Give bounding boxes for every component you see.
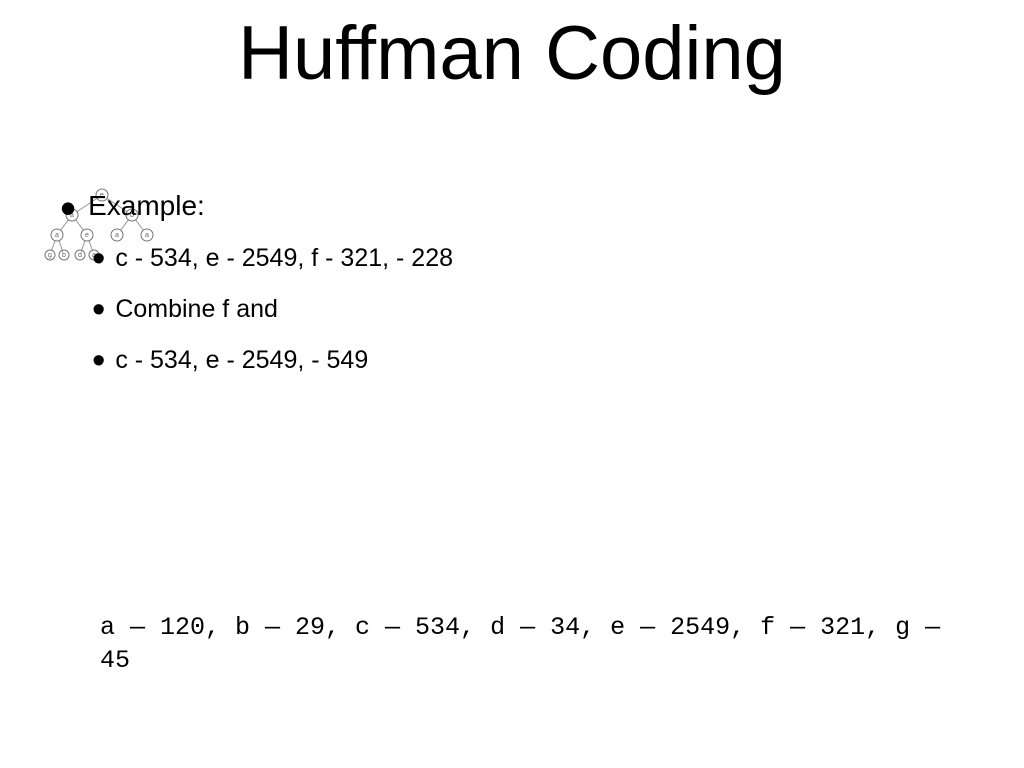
list-item: • Example: — [60, 190, 984, 222]
slide-title: Huffman Coding — [0, 10, 1024, 97]
list-item: • Combine f and — [92, 295, 984, 324]
bullet-icon: • — [60, 196, 76, 220]
frequency-footer: a — 120, b — 29, c — 534, d — 34, e — 25… — [100, 611, 960, 679]
tree-node-label: a — [55, 232, 59, 239]
bullet-list: • Example: • c - 534, e - 2549, f - 321,… — [60, 190, 984, 397]
bullet-icon: • — [92, 299, 105, 321]
tree-node-label: g — [48, 252, 52, 259]
list-item-text: Example: — [88, 190, 205, 222]
list-item: • c - 534, e - 2549, f - 321, - 228 — [92, 244, 984, 273]
list-item-text: c - 534, e - 2549, f - 321, - 228 — [115, 244, 453, 273]
list-item-text: c - 534, e - 2549, - 549 — [115, 346, 368, 375]
list-item-text: Combine f and — [115, 295, 278, 324]
bullet-icon: • — [92, 248, 105, 270]
slide: Huffman Coding e a b a e a a g b d a — [0, 0, 1024, 768]
list-item: • c - 534, e - 2549, - 549 — [92, 346, 984, 375]
bullet-icon: • — [92, 350, 105, 372]
